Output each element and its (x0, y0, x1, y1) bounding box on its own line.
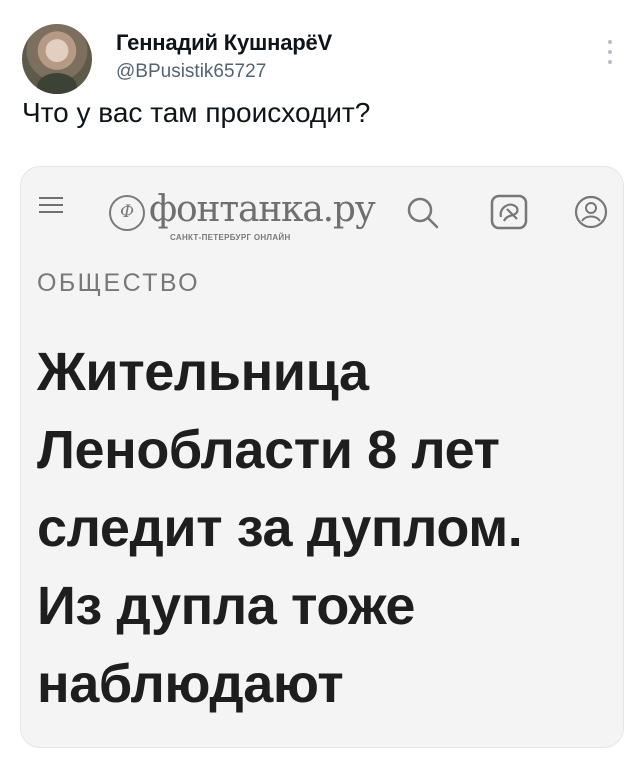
author-handle[interactable]: @BPusistik65727 (116, 61, 266, 83)
logo-text: фонтанка.ру (149, 189, 376, 230)
headline: Жительница Ленобласти 8 лет следит за ду… (37, 333, 607, 723)
user-icon (574, 195, 608, 229)
headline-line: Из дупла тоже (37, 576, 415, 636)
headline-line: следит за дуплом. (37, 498, 523, 558)
burger-icon (39, 197, 63, 213)
dot-icon (608, 60, 612, 64)
tweet-text: Что у вас там происходит? (22, 97, 371, 128)
dot-icon (608, 40, 612, 44)
author-name[interactable]: Геннадий КушнарёV (116, 30, 332, 56)
dot-icon (608, 50, 612, 54)
logo-subtitle: САНКТ-ПЕТЕРБУРГ ОНЛАЙН (170, 233, 291, 242)
card-icon (490, 194, 528, 230)
headline-line: Ленобласти 8 лет (37, 420, 500, 480)
embedded-image-card[interactable]: Ф фонтанка.ру САНКТ-ПЕТЕРБУРГ ОНЛАЙН ОБЩ… (20, 166, 624, 748)
search-icon (407, 197, 439, 229)
tweet-header: Геннадий КушнарёV @BPusistik65727 (22, 16, 622, 94)
headline-line: наблюдают (37, 654, 344, 714)
avatar[interactable] (22, 24, 92, 94)
headline-line: Жительница (37, 342, 369, 402)
rubric-label: ОБЩЕСТВО (37, 269, 200, 297)
more-icon[interactable] (606, 40, 614, 64)
site-header: Ф фонтанка.ру САНКТ-ПЕТЕРБУРГ ОНЛАЙН (21, 167, 623, 257)
logo-mark: Ф (109, 195, 145, 231)
